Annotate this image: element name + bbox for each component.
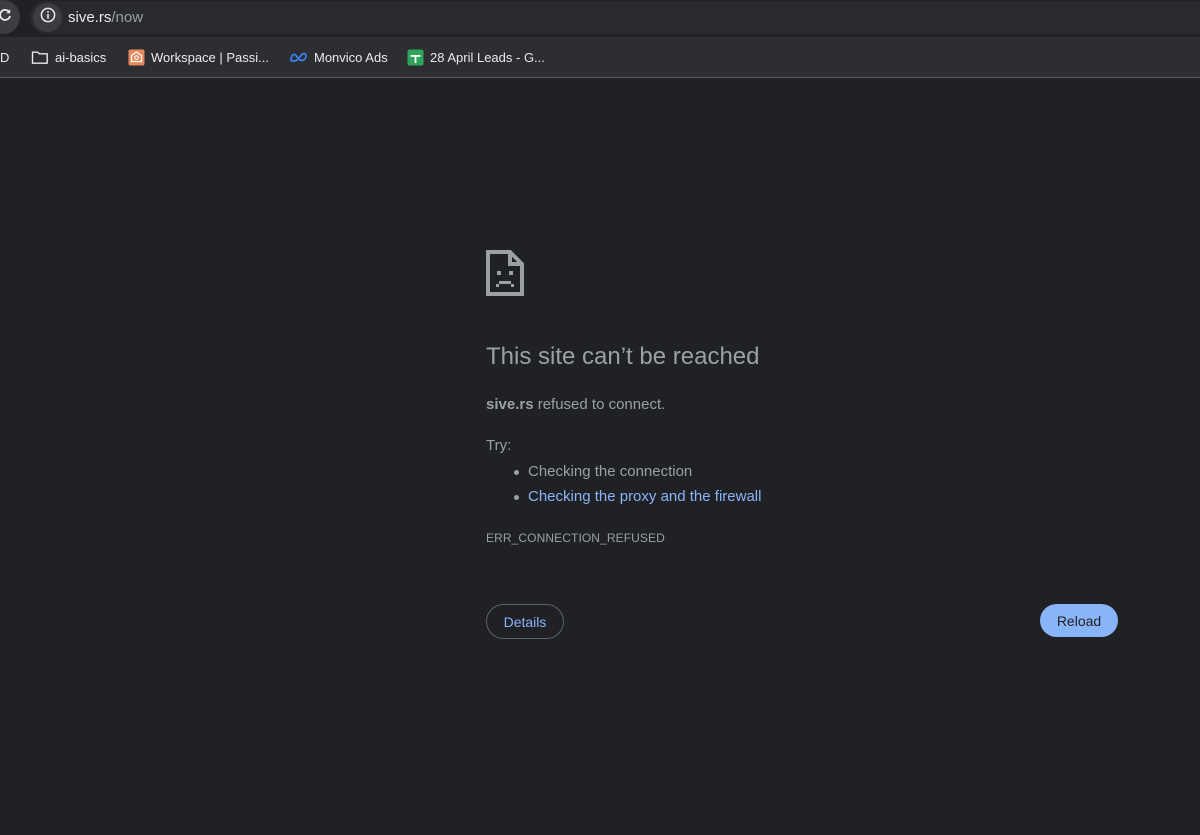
url-host: sive.rs xyxy=(68,9,112,26)
suggestion-check-proxy-firewall-link[interactable]: Checking the proxy and the firewall xyxy=(486,485,761,510)
bookmark-label: Workspace | Passi... xyxy=(151,49,270,65)
google-sheets-icon xyxy=(407,49,424,66)
url-text[interactable]: sive.rs/now xyxy=(68,1,143,34)
browser-toolbar: sive.rs/now xyxy=(0,0,1200,37)
error-code: ERR_CONNECTION_REFUSED xyxy=(486,531,665,545)
suggestion-check-connection: Checking the connection xyxy=(486,460,761,485)
info-icon xyxy=(40,7,56,28)
bookmarks-bar: D ai-basics Workspace | Passi... Monvico… xyxy=(0,37,1200,78)
error-host: sive.rs xyxy=(486,396,534,413)
error-summary: sive.rs refused to connect. xyxy=(486,396,665,413)
error-summary-text: refused to connect. xyxy=(533,396,666,413)
browser-reload-button[interactable] xyxy=(0,0,20,34)
bookmark-workspace[interactable]: Workspace | Passi... xyxy=(128,37,269,77)
try-label: Try: xyxy=(486,437,512,454)
bookmark-label: 28 April Leads - G... xyxy=(430,49,545,65)
bookmark-label: D xyxy=(0,49,10,65)
error-heading: This site can’t be reached xyxy=(486,343,760,370)
workspace-favicon xyxy=(128,49,145,66)
bookmark-partial[interactable]: D xyxy=(0,37,9,77)
site-info-button[interactable] xyxy=(33,3,62,32)
folder-icon xyxy=(31,50,49,65)
bookmark-label: ai-basics xyxy=(55,49,107,65)
suggestions-list: Checking the connection Checking the pro… xyxy=(486,460,761,510)
meta-icon xyxy=(289,51,308,63)
sad-document-icon xyxy=(486,250,524,296)
reload-icon xyxy=(0,8,12,27)
bookmark-label: Monvico Ads xyxy=(314,49,388,65)
bookmark-28-april-leads[interactable]: 28 April Leads - G... xyxy=(407,37,545,77)
reload-button[interactable]: Reload xyxy=(1040,604,1118,637)
address-bar[interactable]: sive.rs/now xyxy=(30,1,1200,34)
details-button[interactable]: Details xyxy=(486,604,564,639)
bookmark-monvico-ads[interactable]: Monvico Ads xyxy=(289,37,388,77)
bookmark-ai-basics[interactable]: ai-basics xyxy=(31,37,106,77)
url-path: /now xyxy=(111,9,144,26)
